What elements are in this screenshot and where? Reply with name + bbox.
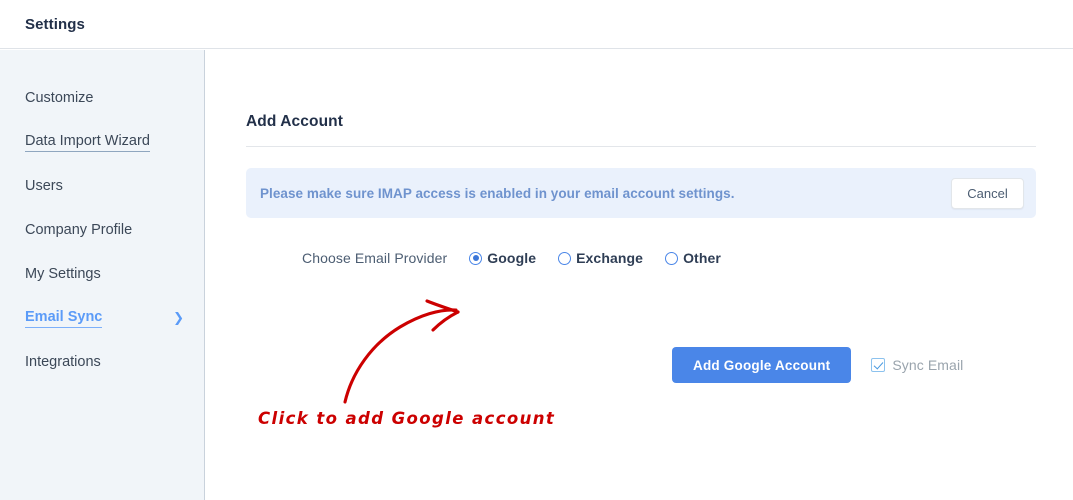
sidebar-item-data-import-wizard[interactable]: Data Import Wizard xyxy=(0,120,204,164)
sidebar-item-label: Email Sync xyxy=(25,308,103,329)
sidebar-item-integrations[interactable]: Integrations xyxy=(0,340,204,384)
imap-info-alert: Please make sure IMAP access is enabled … xyxy=(246,168,1036,218)
sidebar-item-label: Integrations xyxy=(25,354,101,371)
sidebar-item-company-profile[interactable]: Company Profile xyxy=(0,208,204,252)
section-title: Add Account xyxy=(246,113,343,130)
alert-message: Please make sure IMAP access is enabled … xyxy=(260,185,735,201)
settings-sidebar: Customize Data Import Wizard Users Compa… xyxy=(0,50,205,500)
add-account-action-row: Add Google Account Sync Email xyxy=(672,347,963,383)
sidebar-item-label: Customize xyxy=(25,90,94,107)
sidebar-item-email-sync[interactable]: Email Sync ❯ xyxy=(0,296,204,340)
radio-label: Google xyxy=(487,250,537,266)
sidebar-item-customize[interactable]: Customize xyxy=(0,76,204,120)
radio-label: Other xyxy=(683,250,721,266)
radio-option-other[interactable]: Other xyxy=(665,250,721,266)
sync-email-label: Sync Email xyxy=(892,357,964,373)
main-content: Add Account Please make sure IMAP access… xyxy=(206,50,1073,500)
radio-label: Exchange xyxy=(576,250,644,266)
sync-email-checkbox[interactable]: Sync Email xyxy=(871,357,963,373)
app-header: Settings xyxy=(0,0,1073,49)
settings-app-window: Settings Customize Data Import Wizard Us… xyxy=(0,0,1073,500)
sidebar-item-label: Data Import Wizard xyxy=(25,132,150,153)
sidebar-item-label: My Settings xyxy=(25,266,101,283)
add-google-account-button[interactable]: Add Google Account xyxy=(672,347,852,383)
section-divider xyxy=(246,146,1036,147)
cancel-button[interactable]: Cancel xyxy=(951,177,1024,209)
radio-option-exchange[interactable]: Exchange xyxy=(558,250,643,266)
chevron-right-icon: ❯ xyxy=(173,310,184,325)
radio-icon xyxy=(558,251,572,265)
sidebar-item-my-settings[interactable]: My Settings xyxy=(0,252,204,296)
checkbox-checked-icon xyxy=(871,358,886,372)
email-provider-chooser: Choose Email Provider Google Exchange Ot… xyxy=(302,246,743,270)
sidebar-item-label: Users xyxy=(25,178,63,195)
sidebar-item-users[interactable]: Users xyxy=(0,164,204,208)
radio-icon xyxy=(469,251,483,265)
choose-email-provider-label: Choose Email Provider xyxy=(302,250,448,266)
radio-option-google[interactable]: Google xyxy=(469,250,536,266)
radio-icon xyxy=(665,251,679,265)
page-title: Settings xyxy=(25,15,85,33)
sidebar-item-label: Company Profile xyxy=(25,222,133,239)
